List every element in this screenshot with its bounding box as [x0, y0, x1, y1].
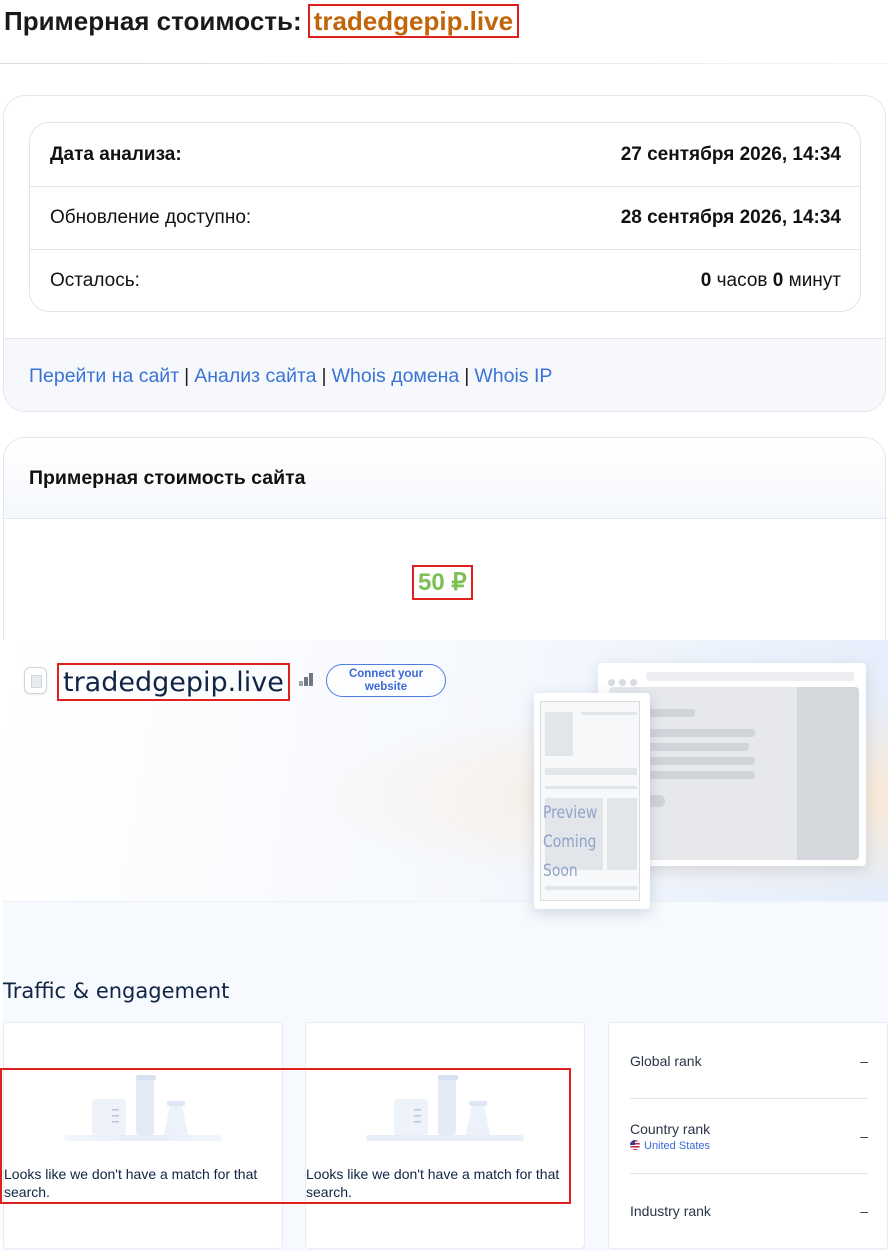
- page-title-label: Примерная стоимость:: [4, 5, 302, 36]
- link-whois-ip[interactable]: Whois IP: [474, 365, 552, 388]
- remaining-minutes: 0: [772, 270, 784, 291]
- analysis-row-date: Дата анализа: 27 сентября 2026, 14:34: [30, 123, 860, 186]
- valuation-card: Примерная стоимость сайта 50 ₽: [3, 437, 886, 642]
- update-value: 28 сентября 2026, 14:34: [620, 207, 841, 228]
- remaining-hours: 0: [700, 270, 712, 291]
- industry-rank-label: Industry rank: [630, 1203, 711, 1219]
- analysis-date-value: 27 сентября 2026, 14:34: [620, 143, 841, 165]
- industry-rank-row: Industry rank –: [630, 1173, 868, 1248]
- analysis-table: Дата анализа: 27 сентября 2026, 14:34 Об…: [29, 122, 861, 312]
- remaining-hours-unit: часов: [716, 270, 768, 291]
- link-whois-domain[interactable]: Whois домена: [332, 365, 460, 388]
- analysis-card: Дата анализа: 27 сентября 2026, 14:34 Об…: [3, 95, 886, 412]
- page-title-domain: tradedgepip.live: [307, 4, 520, 38]
- us-flag-icon: [630, 1139, 640, 1150]
- analysis-row-update: Обновление доступно: 28 сентября 2026, 1…: [30, 186, 860, 249]
- global-rank-value: –: [860, 1052, 868, 1069]
- remaining-label: Осталось:: [50, 270, 140, 291]
- remaining-value: 0 часов 0 минут: [701, 270, 841, 292]
- mobile-preview: Preview Coming Soon: [534, 693, 650, 909]
- country-name: United States: [644, 1139, 711, 1152]
- country-link[interactable]: United States: [630, 1139, 711, 1152]
- valuation-title: Примерная стоимость сайта: [4, 438, 885, 519]
- traffic-card-1: Looks like we don't have a match for tha…: [3, 1022, 283, 1249]
- connect-website-button[interactable]: Connect your website: [326, 664, 446, 697]
- update-label: Обновление доступно:: [50, 207, 252, 228]
- remaining-minutes-unit: минут: [788, 270, 841, 291]
- link-visit-site[interactable]: Перейти на сайт: [29, 365, 179, 388]
- empty-state-illustration: [366, 1075, 524, 1141]
- country-rank-label: Country rank: [630, 1120, 711, 1137]
- traffic-card-2: Looks like we don't have a match for tha…: [305, 1022, 585, 1249]
- signal-bars-icon: [299, 673, 315, 686]
- coming-soon-text: Coming Soon: [543, 832, 597, 881]
- country-rank-value: –: [860, 1128, 868, 1144]
- analysis-date-label: Дата анализа:: [50, 143, 182, 165]
- traffic-title: Traffic & engagement: [3, 979, 230, 1003]
- preview-text: Preview: [543, 803, 598, 823]
- global-rank-label: Global rank: [630, 1052, 702, 1069]
- analysis-row-remaining: Осталось: 0 часов 0 минут: [30, 249, 860, 312]
- link-separator: |: [321, 364, 327, 387]
- rank-card: Global rank – Country rank United States…: [608, 1022, 888, 1249]
- similarweb-widget: tradedgepip.live Connect your website Pr…: [0, 640, 888, 1251]
- industry-rank-value: –: [860, 1203, 868, 1219]
- empty-state-illustration: [64, 1075, 222, 1141]
- no-match-message: Looks like we don't have a match for tha…: [4, 1166, 258, 1200]
- hero-domain: tradedgepip.live: [57, 663, 290, 701]
- global-rank-row: Global rank –: [630, 1023, 868, 1098]
- favicon-icon: [24, 667, 47, 694]
- country-rank-row: Country rank United States –: [630, 1098, 868, 1173]
- link-separator: |: [184, 364, 190, 387]
- link-separator: |: [464, 364, 470, 387]
- country-rank-text: Country rank United States: [630, 1121, 710, 1152]
- valuation-price: 50 ₽: [412, 565, 473, 600]
- page-title: Примерная стоимость: tradedgepip.live: [4, 3, 520, 39]
- no-match-message: Looks like we don't have a match for tha…: [306, 1166, 560, 1200]
- preview-coming-soon: Preview Coming Soon: [543, 799, 631, 886]
- divider: [0, 63, 888, 64]
- site-hero: tradedgepip.live Connect your website Pr…: [3, 640, 888, 909]
- link-site-analysis[interactable]: Анализ сайта: [194, 365, 316, 388]
- analysis-links: Перейти на сайт | Анализ сайта | Whois д…: [4, 338, 885, 411]
